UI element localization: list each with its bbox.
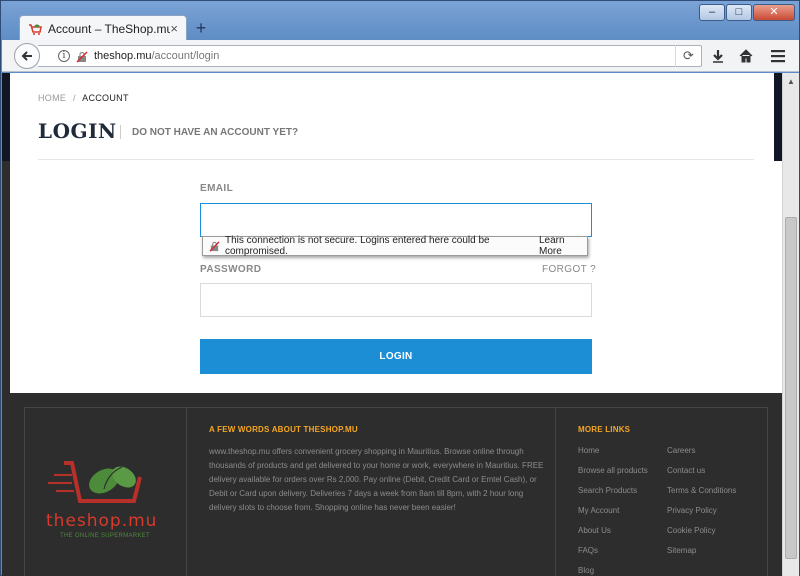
- email-input[interactable]: [201, 204, 591, 236]
- about-text: www.theshop.mu offers convenient grocery…: [209, 447, 544, 512]
- close-window-button[interactable]: ✕: [753, 4, 795, 21]
- url-host: theshop.mu: [94, 50, 152, 62]
- password-input[interactable]: [201, 284, 591, 316]
- url-text[interactable]: theshop.mu/account/login: [94, 50, 675, 62]
- learn-more-link[interactable]: Learn More: [539, 235, 587, 257]
- forgot-password-link[interactable]: FORGOT ?: [542, 264, 596, 275]
- footer-link-terms[interactable]: Terms & Conditions: [667, 485, 736, 505]
- footer-column-divider: [555, 407, 556, 576]
- page-title: LOGIN: [38, 119, 117, 143]
- footer-link-home[interactable]: Home: [578, 445, 648, 465]
- tab-strip: Account – TheShop.mu × + – □ ✕: [1, 1, 800, 41]
- footer-links-col1: Home Browse all products Search Products…: [578, 445, 648, 576]
- insecure-login-warning: This connection is not secure. Logins en…: [202, 235, 588, 257]
- minimize-button[interactable]: –: [699, 4, 725, 21]
- navigation-bar: i theshop.mu/account/login ⟳: [2, 40, 799, 72]
- warning-text: This connection is not secure. Logins en…: [225, 235, 490, 257]
- download-button[interactable]: [708, 46, 728, 66]
- download-icon: [713, 50, 723, 63]
- password-field[interactable]: [200, 283, 592, 317]
- url-path: /account/login: [151, 50, 220, 62]
- tab-close-icon[interactable]: ×: [170, 21, 178, 36]
- reload-icon[interactable]: ⟳: [675, 45, 701, 67]
- scroll-up-icon[interactable]: ▲: [783, 73, 799, 90]
- breadcrumb-current: ACCOUNT: [82, 93, 129, 103]
- footer-column-divider: [186, 407, 187, 576]
- menu-button[interactable]: [768, 46, 788, 66]
- breadcrumb-home[interactable]: HOME: [38, 93, 66, 103]
- footer-links-col2: Careers Contact us Terms & Conditions Pr…: [667, 445, 736, 565]
- cart-favicon-icon: [28, 22, 42, 36]
- page-viewport: HOME / ACCOUNT LOGIN DO NOT HAVE AN ACCO…: [2, 73, 782, 576]
- footer-link-browse[interactable]: Browse all products: [578, 465, 648, 485]
- register-link[interactable]: DO NOT HAVE AN ACCOUNT YET?: [132, 127, 298, 138]
- footer-link-account[interactable]: My Account: [578, 505, 648, 525]
- tab-account[interactable]: Account – TheShop.mu ×: [19, 15, 187, 41]
- more-links-heading: MORE LINKS: [578, 425, 631, 434]
- email-label: EMAIL: [200, 183, 234, 194]
- window-controls: – □ ✕: [699, 4, 795, 21]
- info-icon[interactable]: i: [58, 50, 70, 62]
- footer-link-about[interactable]: About Us: [578, 525, 648, 545]
- footer-link-careers[interactable]: Careers: [667, 445, 736, 465]
- email-field[interactable]: [200, 203, 592, 237]
- vertical-scrollbar[interactable]: ▲: [782, 73, 799, 576]
- footer-link-search[interactable]: Search Products: [578, 485, 648, 505]
- footer-link-faqs[interactable]: FAQs: [578, 545, 648, 565]
- browser-window: Account – TheShop.mu × + – □ ✕ i theshop…: [0, 0, 800, 576]
- footer-link-cookie[interactable]: Cookie Policy: [667, 525, 736, 545]
- footer: theshop.mu THE ONLINE SUPERMARKET A FEW …: [2, 393, 782, 576]
- header-divider: [38, 159, 754, 160]
- back-button[interactable]: [14, 43, 40, 69]
- scrollbar-thumb[interactable]: [785, 217, 797, 559]
- footer-link-sitemap[interactable]: Sitemap: [667, 545, 736, 565]
- home-icon: [739, 49, 753, 63]
- back-arrow-icon: [21, 51, 32, 61]
- footer-link-privacy[interactable]: Privacy Policy: [667, 505, 736, 525]
- password-label: PASSWORD: [200, 264, 262, 275]
- url-bar[interactable]: i theshop.mu/account/login ⟳: [38, 45, 702, 67]
- logo-tagline: THE ONLINE SUPERMARKET: [60, 533, 150, 539]
- maximize-button[interactable]: □: [726, 4, 752, 21]
- login-button[interactable]: LOGIN: [200, 339, 592, 374]
- insecure-lock-icon[interactable]: [76, 50, 88, 63]
- footer-link-contact[interactable]: Contact us: [667, 465, 736, 485]
- breadcrumb-separator: /: [73, 93, 76, 103]
- footer-link-blog[interactable]: Blog: [578, 565, 648, 576]
- about-heading: A FEW WORDS ABOUT THESHOP.MU: [209, 425, 358, 434]
- hamburger-menu-icon: [771, 50, 785, 63]
- insecure-lock-icon: [209, 240, 220, 252]
- title-divider: [120, 125, 121, 139]
- new-tab-button[interactable]: +: [191, 19, 211, 39]
- logo-text: theshop.mu: [46, 511, 158, 531]
- home-button[interactable]: [736, 46, 756, 66]
- tab-title: Account – TheShop.mu: [48, 21, 171, 36]
- breadcrumb: HOME / ACCOUNT: [38, 93, 129, 103]
